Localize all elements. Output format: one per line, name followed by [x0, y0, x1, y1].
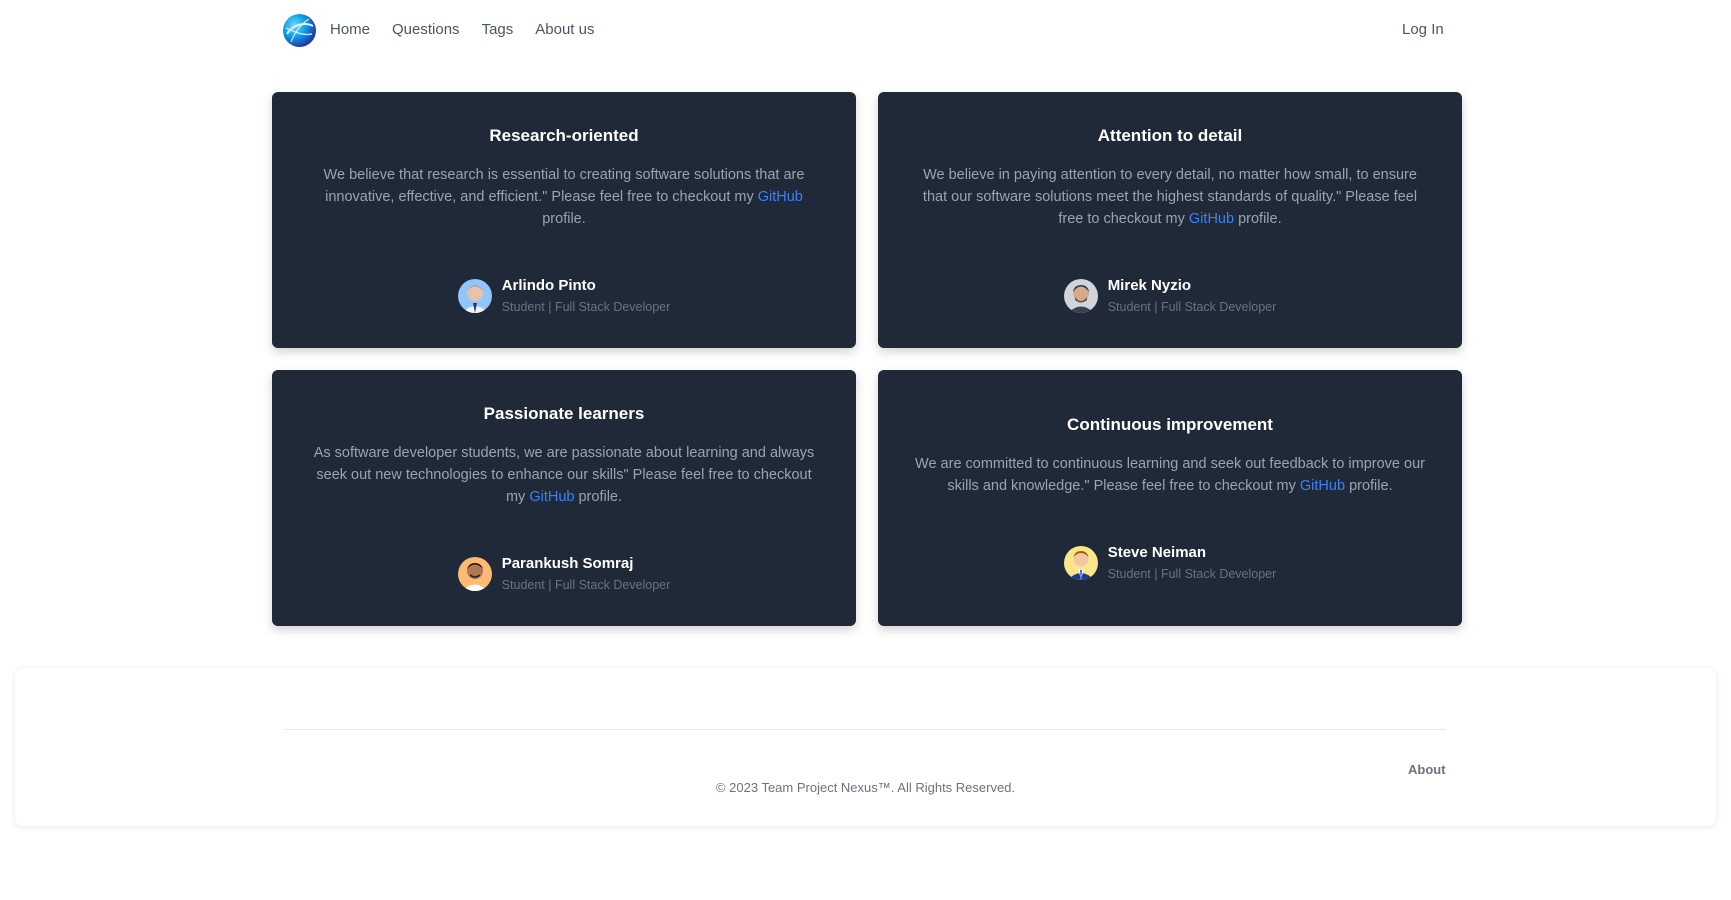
github-link[interactable]: GitHub	[1189, 211, 1234, 227]
avatar-arlindo-pinto	[457, 279, 492, 313]
card-quote: We believe in paying attention to every …	[914, 164, 1426, 230]
quote-text: We believe that research is essential to…	[323, 167, 805, 205]
author-role: Student | Full Stack Developer	[1107, 567, 1277, 581]
team-card-research: Research-oriented We believe that resear…	[272, 92, 856, 348]
author-info: Parankush Somraj Student | Full Stack De…	[502, 554, 671, 594]
card-author: Mirek Nyzio Student | Full Stack Develop…	[878, 276, 1462, 316]
author-info: Steve Neiman Student | Full Stack Develo…	[1108, 543, 1277, 583]
quote-text-end: profile.	[574, 489, 623, 505]
author-name: Steve Neiman	[1107, 544, 1207, 561]
author-name: Parankush Somraj	[501, 555, 634, 572]
author-role: Student | Full Stack Developer	[501, 300, 671, 314]
author-info: Mirek Nyzio Student | Full Stack Develop…	[1108, 276, 1277, 316]
author-name: Mirek Nyzio	[1107, 277, 1192, 294]
quote-text: We believe in paying attention to every …	[922, 167, 1418, 227]
card-quote: We believe that research is essential to…	[308, 164, 820, 230]
author-role: Student | Full Stack Developer	[1107, 300, 1277, 314]
nav-home-link[interactable]: Home	[330, 21, 370, 38]
avatar-steve-neiman	[1063, 546, 1098, 580]
footer-copyright: © 2023 Team Project Nexus™. All Rights R…	[715, 780, 1016, 795]
quote-text-end: profile.	[1345, 478, 1393, 494]
github-link[interactable]: GitHub	[529, 489, 574, 505]
nav-tags-link[interactable]: Tags	[482, 21, 514, 38]
card-title: Continuous improvement	[1067, 415, 1273, 434]
quote-text-end: profile.	[1234, 211, 1282, 227]
login-link[interactable]: Log In	[1402, 21, 1444, 38]
page-footer: About © 2023 Team Project Nexus™. All Ri…	[15, 668, 1716, 826]
team-card-learners: Passionate learners As software develope…	[272, 370, 856, 626]
card-author: Arlindo Pinto Student | Full Stack Devel…	[272, 276, 856, 316]
card-author: Parankush Somraj Student | Full Stack De…	[272, 554, 856, 594]
author-info: Arlindo Pinto Student | Full Stack Devel…	[502, 276, 671, 316]
footer-divider	[285, 729, 1446, 730]
card-title: Attention to detail	[1097, 126, 1243, 145]
nav-questions-link[interactable]: Questions	[392, 21, 460, 38]
top-navbar: Home Questions Tags About us Log In	[0, 0, 1731, 64]
team-card-detail: Attention to detail We believe in paying…	[878, 92, 1462, 348]
card-quote: We are committed to continuous learning …	[914, 453, 1426, 497]
nav-about-us-link[interactable]: About us	[535, 21, 594, 38]
github-link[interactable]: GitHub	[1300, 478, 1345, 494]
card-quote: As software developer students, we are p…	[308, 442, 820, 508]
avatar-parankush-somraj	[457, 557, 492, 591]
author-name: Arlindo Pinto	[501, 277, 596, 294]
globe-logo-icon[interactable]	[283, 14, 316, 47]
avatar-mirek-nyzio	[1063, 279, 1098, 313]
card-title: Research-oriented	[489, 126, 639, 145]
card-author: Steve Neiman Student | Full Stack Develo…	[878, 543, 1462, 583]
author-role: Student | Full Stack Developer	[501, 578, 671, 592]
quote-text-end: profile.	[542, 211, 586, 227]
nav-links: Home Questions Tags About us	[330, 21, 594, 38]
team-card-improvement: Continuous improvement We are committed …	[878, 370, 1462, 626]
github-link[interactable]: GitHub	[758, 189, 803, 205]
card-title: Passionate learners	[483, 404, 645, 423]
footer-about-link[interactable]: About	[1408, 762, 1446, 777]
